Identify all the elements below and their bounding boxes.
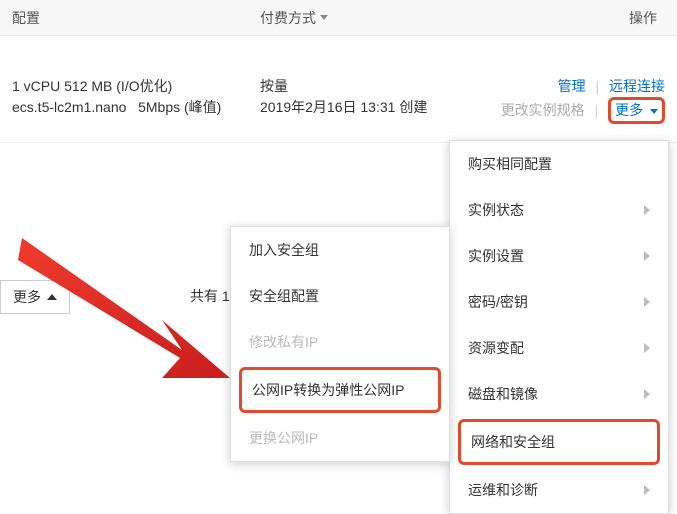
menu-item-label: 公网IP转换为弹性公网IP xyxy=(252,382,404,398)
submenu-modify-private-ip: 修改私有IP xyxy=(231,319,449,365)
menu-item-label: 更换公网IP xyxy=(249,428,318,448)
cpu-mem-text: 1 vCPU 512 MB (I/O优化) xyxy=(12,76,260,97)
menu-item-label: 实例状态 xyxy=(468,200,524,220)
config-cell: 1 vCPU 512 MB (I/O优化) ecs.t5-lc2m1.nano … xyxy=(0,76,260,124)
instance-type-line: ecs.t5-lc2m1.nano 5Mbps (峰值) xyxy=(12,97,260,118)
chevron-right-icon xyxy=(644,251,650,261)
manage-link[interactable]: 管理 xyxy=(558,78,586,94)
divider: | xyxy=(595,102,599,118)
chevron-right-icon xyxy=(644,297,650,307)
menu-instance-settings[interactable]: 实例设置 xyxy=(450,233,668,279)
more-dropdown-trigger[interactable]: 更多 xyxy=(608,97,665,124)
menu-item-label: 网络和安全组 xyxy=(471,434,555,450)
header-payment[interactable]: 付费方式 xyxy=(260,8,460,28)
remote-connect-link[interactable]: 远程连接 xyxy=(609,78,665,94)
created-time: 2019年2月16日 13:31 创建 xyxy=(260,97,460,118)
menu-item-label: 修改私有IP xyxy=(249,332,318,352)
chevron-up-icon xyxy=(47,294,57,300)
submenu-security-group-config[interactable]: 安全组配置 xyxy=(231,273,449,319)
operations-cell: 管理 | 远程连接 更改实例规格 | 更多 xyxy=(460,76,677,124)
submenu-convert-to-eip[interactable]: 公网IP转换为弹性公网IP xyxy=(239,367,441,413)
change-spec-link: 更改实例规格 xyxy=(501,102,585,118)
menu-item-label: 实例设置 xyxy=(468,246,524,266)
chevron-right-icon xyxy=(644,343,650,353)
payment-cell: 按量 2019年2月16日 13:31 创建 xyxy=(260,76,460,124)
menu-resource-change[interactable]: 资源变配 xyxy=(450,325,668,371)
menu-item-label: 运维和诊断 xyxy=(468,480,538,500)
batch-more-label: 更多 xyxy=(13,287,41,307)
network-security-submenu: 加入安全组 安全组配置 修改私有IP 公网IP转换为弹性公网IP 更换公网IP xyxy=(230,226,450,462)
menu-item-label: 密码/密钥 xyxy=(468,292,528,312)
chevron-right-icon xyxy=(644,389,650,399)
divider: | xyxy=(595,78,599,94)
menu-network-security-group[interactable]: 网络和安全组 xyxy=(458,419,660,465)
submenu-change-public-ip: 更换公网IP xyxy=(231,415,449,461)
menu-item-label: 资源变配 xyxy=(468,338,524,358)
table-header: 配置 付费方式 操作 xyxy=(0,0,677,36)
menu-password-key[interactable]: 密码/密钥 xyxy=(450,279,668,325)
menu-item-label: 磁盘和镜像 xyxy=(468,384,538,404)
batch-more-button[interactable]: 更多 xyxy=(0,280,70,314)
chevron-down-icon xyxy=(650,109,658,114)
chevron-right-icon xyxy=(644,205,650,215)
menu-ops-diagnostics[interactable]: 运维和诊断 xyxy=(450,467,668,513)
menu-item-label: 加入安全组 xyxy=(249,240,319,260)
menu-buy-same-config[interactable]: 购买相同配置 xyxy=(450,141,668,187)
more-label: 更多 xyxy=(615,102,643,118)
more-dropdown-menu: 购买相同配置 实例状态 实例设置 密码/密钥 资源变配 磁盘和镜像 网络和安全组… xyxy=(449,140,669,514)
menu-item-label: 安全组配置 xyxy=(249,286,319,306)
instance-type: ecs.t5-lc2m1.nano xyxy=(12,99,126,115)
menu-instance-status[interactable]: 实例状态 xyxy=(450,187,668,233)
instance-row: 1 vCPU 512 MB (I/O优化) ecs.t5-lc2m1.nano … xyxy=(0,36,677,143)
header-operations: 操作 xyxy=(460,8,677,28)
bandwidth: 5Mbps (峰值) xyxy=(138,99,221,115)
header-payment-label: 付费方式 xyxy=(260,8,316,28)
menu-disk-image[interactable]: 磁盘和镜像 xyxy=(450,371,668,417)
chevron-right-icon xyxy=(644,485,650,495)
total-count: 共有 1 xyxy=(190,286,230,306)
header-config: 配置 xyxy=(0,8,260,28)
menu-item-label: 购买相同配置 xyxy=(468,154,552,174)
bill-mode: 按量 xyxy=(260,76,460,97)
submenu-join-security-group[interactable]: 加入安全组 xyxy=(231,227,449,273)
chevron-down-icon xyxy=(320,15,328,20)
